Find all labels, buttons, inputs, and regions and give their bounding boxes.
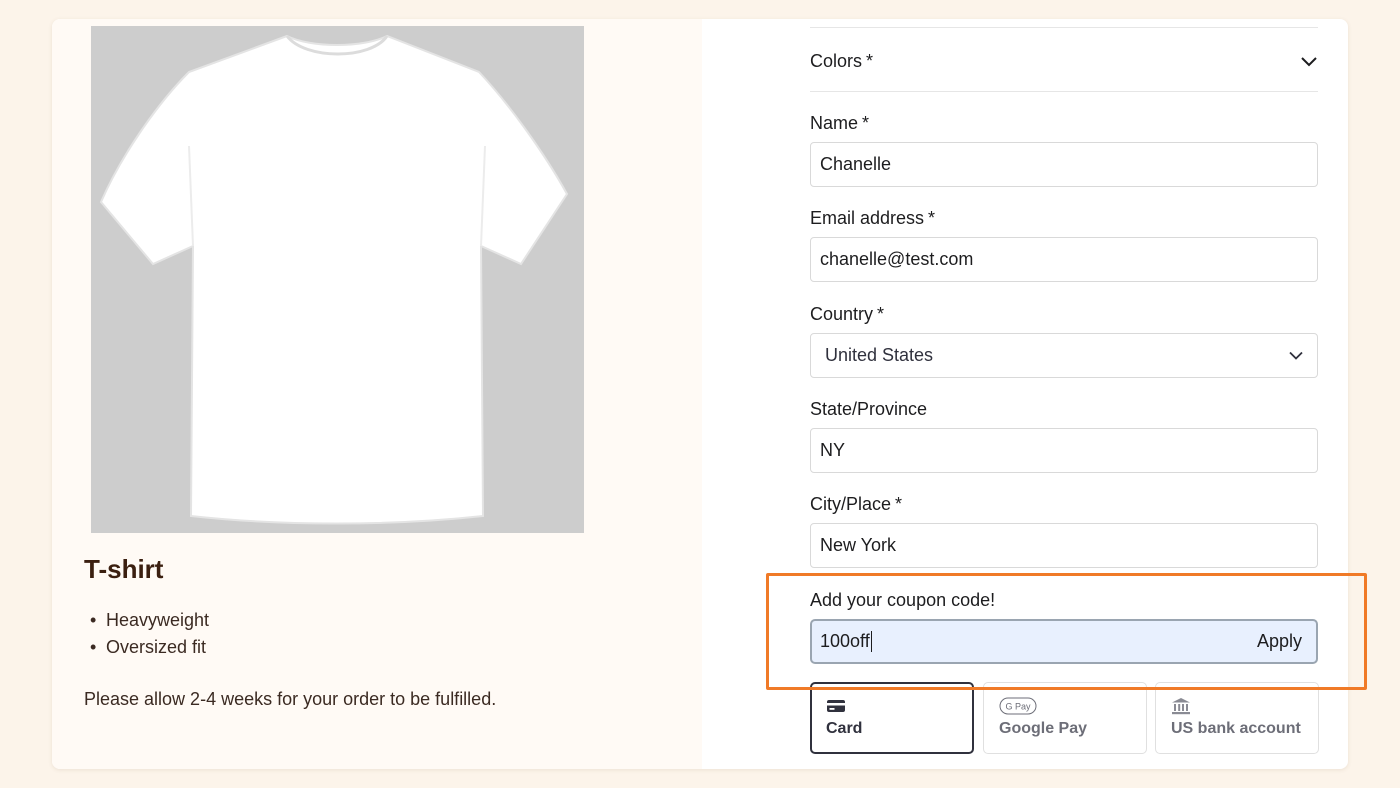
apply-button[interactable]: Apply bbox=[1257, 631, 1302, 652]
text-cursor bbox=[870, 631, 872, 653]
country-value: United States bbox=[825, 345, 934, 365]
feature-item: Oversized fit bbox=[90, 634, 209, 661]
state-label: State/Province bbox=[810, 399, 928, 419]
country-label: Country * bbox=[810, 304, 885, 324]
email-label: Email address * bbox=[810, 208, 936, 228]
google-pay-icon: G Pay bbox=[999, 697, 1037, 715]
tab-label: US bank account bbox=[1171, 720, 1301, 737]
colors-accordion[interactable]: Colors * bbox=[810, 45, 1318, 77]
coupon-value-wrap: 100off bbox=[820, 631, 872, 653]
city-field[interactable]: New York bbox=[810, 523, 1318, 568]
product-features: Heavyweight Oversized fit bbox=[90, 607, 209, 661]
chevron-down-icon bbox=[1289, 351, 1303, 360]
city-label: City/Place * bbox=[810, 494, 903, 514]
tab-label: Google Pay bbox=[999, 720, 1088, 737]
tab-label: Card bbox=[826, 720, 863, 737]
coupon-field[interactable]: 100off Apply bbox=[810, 619, 1318, 664]
feature-item: Heavyweight bbox=[90, 607, 209, 634]
svg-text:G Pay: G Pay bbox=[1005, 702, 1031, 712]
tab-google-pay[interactable]: G Pay Google Pay bbox=[983, 682, 1147, 754]
divider bbox=[810, 91, 1318, 92]
name-field[interactable]: Chanelle bbox=[810, 142, 1318, 187]
email-field[interactable]: chanelle@test.com bbox=[810, 237, 1318, 282]
fulfillment-note: Please allow 2-4 weeks for your order to… bbox=[84, 689, 497, 709]
tshirt-illustration bbox=[91, 26, 584, 533]
coupon-label: Add your coupon code! bbox=[810, 590, 996, 610]
product-title: T-shirt bbox=[84, 554, 164, 584]
checkout-card: T-shirt Heavyweight Oversized fit Please… bbox=[52, 19, 1348, 769]
tab-us-bank-account[interactable]: US bank account bbox=[1155, 682, 1319, 754]
chevron-down-icon[interactable] bbox=[1300, 55, 1318, 67]
coupon-value: 100off bbox=[820, 630, 870, 651]
tab-card[interactable]: Card bbox=[810, 682, 974, 754]
divider bbox=[810, 27, 1318, 28]
country-select[interactable]: United States bbox=[810, 333, 1318, 378]
product-image bbox=[91, 26, 584, 533]
name-label: Name * bbox=[810, 113, 870, 133]
credit-card-icon bbox=[827, 700, 845, 712]
colors-label: Colors * bbox=[810, 50, 874, 71]
product-panel: T-shirt Heavyweight Oversized fit Please… bbox=[52, 19, 702, 769]
bank-icon bbox=[1172, 698, 1190, 715]
state-field[interactable]: NY bbox=[810, 428, 1318, 473]
